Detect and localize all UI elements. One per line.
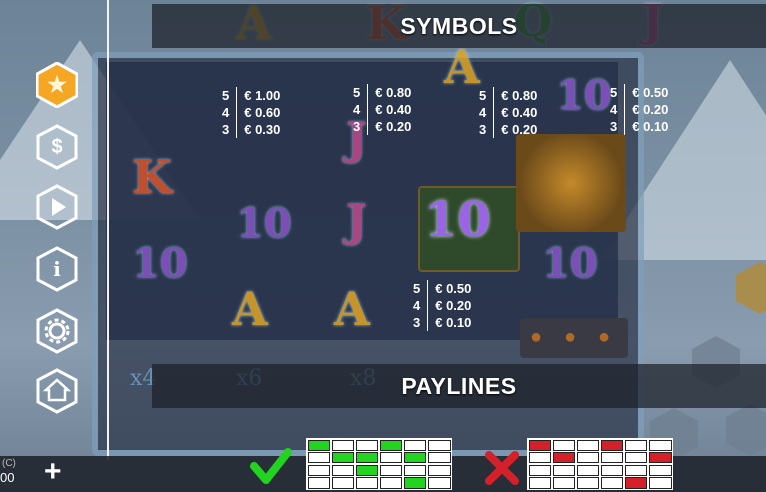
paytable-entry: 543 € 0.50 € 0.20 € 0.10	[610, 84, 669, 135]
payline-cell	[552, 477, 576, 489]
credit-label: (C)	[2, 458, 16, 469]
paytable-entry: 543 € 0.80 € 0.40 € 0.20	[479, 87, 538, 138]
payline-cell	[355, 477, 379, 489]
payline-cell	[331, 439, 355, 451]
payline-cell	[552, 439, 576, 451]
payline-cell	[648, 464, 672, 476]
payline-cell	[379, 477, 403, 489]
payline-cell-active	[355, 452, 379, 464]
credit-value: 00	[0, 470, 15, 485]
ten-symbol-tile: 10	[418, 186, 520, 272]
payline-cell	[576, 452, 600, 464]
payline-cell	[528, 452, 552, 464]
payline-cell	[379, 464, 403, 476]
paytable-money-button[interactable]: $	[36, 124, 78, 170]
autoplay-button[interactable]	[36, 184, 78, 230]
payline-cell	[624, 452, 648, 464]
payline-cell	[403, 464, 427, 476]
paytable-entry: 543 € 1.00 € 0.60 € 0.30	[222, 87, 281, 138]
invalid-payline-grid	[527, 438, 673, 490]
payline-cell	[528, 464, 552, 476]
payline-cell	[403, 439, 427, 451]
payline-cell	[307, 452, 331, 464]
payline-cell	[576, 464, 600, 476]
payline-cell-active	[331, 452, 355, 464]
payline-cell	[379, 452, 403, 464]
payline-cell	[576, 477, 600, 489]
acorn-icon: ●	[530, 326, 543, 348]
payline-cell	[624, 464, 648, 476]
payline-cell	[355, 439, 379, 451]
payline-cell	[331, 464, 355, 476]
acorns-symbol-tile: ● ● ●	[520, 318, 628, 358]
star-icon: ★	[47, 72, 67, 97]
checkmark-icon	[250, 446, 292, 491]
payline-cell	[307, 477, 331, 489]
payline-cell-active	[403, 477, 427, 489]
symbols-title: SYMBOLS	[400, 12, 518, 39]
payline-cell	[427, 439, 451, 451]
payline-cell-active	[648, 452, 672, 464]
payline-cell	[600, 477, 624, 489]
settings-button[interactable]	[36, 308, 78, 354]
payline-cell	[576, 439, 600, 451]
paylines-header: PAYLINES	[152, 364, 766, 408]
payline-cell	[427, 452, 451, 464]
payline-cell	[600, 464, 624, 476]
payline-cell-active	[552, 452, 576, 464]
payline-cell-active	[307, 439, 331, 451]
payline-cell	[307, 464, 331, 476]
payline-cell-active	[624, 477, 648, 489]
paytable-entry: 543 € 0.50 € 0.20 € 0.10	[413, 280, 472, 331]
payline-cell	[648, 439, 672, 451]
payline-cell	[648, 477, 672, 489]
paylines-title: PAYLINES	[401, 372, 517, 399]
valid-payline-grid	[306, 438, 452, 490]
payline-cell	[624, 439, 648, 451]
payline-cell-active	[528, 439, 552, 451]
game-background: A K Q J A 10 J 10 J 10 10 A A K x4 x6 x8	[0, 0, 766, 492]
payline-cell	[331, 477, 355, 489]
payline-cell	[528, 477, 552, 489]
payline-cell-active	[355, 464, 379, 476]
home-button[interactable]	[36, 368, 78, 414]
payline-cell	[552, 464, 576, 476]
payline-cell	[600, 452, 624, 464]
payline-cell-active	[403, 452, 427, 464]
payline-cell-active	[600, 439, 624, 451]
payline-cell	[427, 477, 451, 489]
acorn-icon: ●	[598, 326, 611, 348]
dollar-icon: $	[51, 135, 63, 158]
info-button[interactable]: i	[36, 246, 78, 292]
paytable-entry: 543 € 0.80 € 0.40 € 0.20	[353, 84, 412, 135]
mammoth-symbol-tile	[516, 134, 626, 232]
payline-cell-active	[379, 439, 403, 451]
info-icon: i	[53, 257, 61, 281]
increase-bet-button[interactable]: +	[44, 457, 62, 487]
acorn-icon: ●	[564, 326, 577, 348]
payline-cell	[427, 464, 451, 476]
paytable-star-button[interactable]: ★	[36, 62, 78, 108]
cross-icon	[484, 450, 520, 491]
menu-divider	[107, 0, 109, 460]
symbols-header: SYMBOLS	[152, 4, 766, 48]
